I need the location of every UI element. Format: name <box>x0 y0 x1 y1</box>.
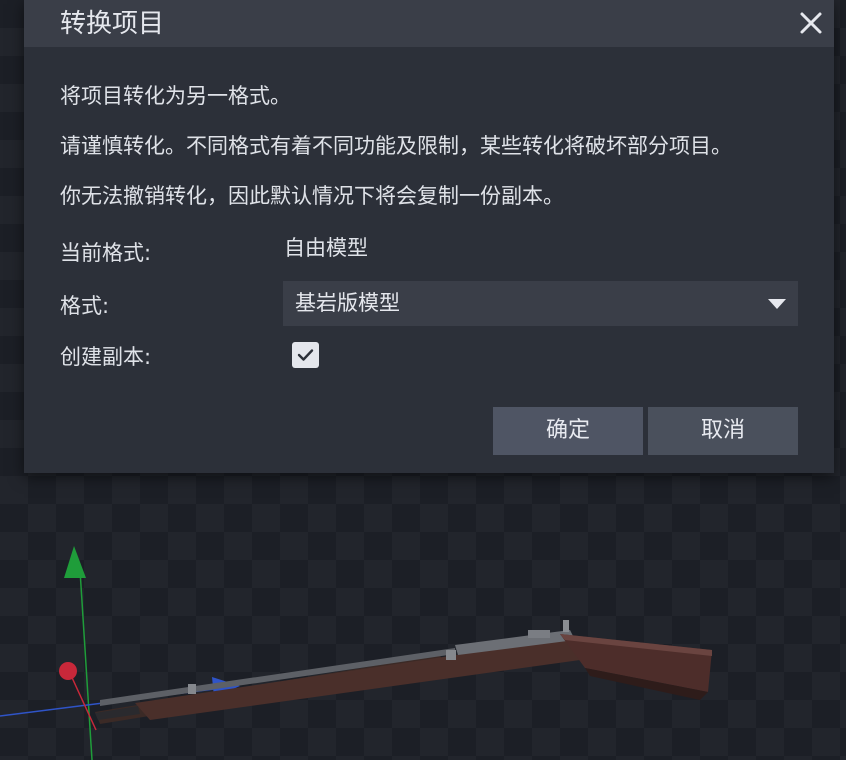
current-format-label: 当前格式: <box>60 241 152 265</box>
chevron-down-icon <box>768 299 786 309</box>
check-icon <box>297 349 314 361</box>
axis-y-arrow <box>64 546 86 578</box>
rifle-model <box>95 620 712 724</box>
format-label: 格式: <box>60 294 110 318</box>
create-copy-label: 创建副本: <box>60 345 152 369</box>
dialog-header: 转换项目 <box>24 0 834 47</box>
axis-x-line <box>68 670 97 731</box>
close-icon <box>800 12 822 34</box>
dialog-title: 转换项目 <box>60 9 165 39</box>
dialog-message-3: 你无法撤销转化，因此默认情况下将会复制一份副本。 <box>60 184 564 208</box>
format-select-value: 基岩版模型 <box>295 291 400 315</box>
convert-project-dialog: 转换项目 将项目转化为另一格式。 请谨慎转化。不同格式有着不同功能及限制，某些转… <box>24 0 834 473</box>
create-copy-checkbox[interactable] <box>292 342 319 368</box>
dialog-message-2: 请谨慎转化。不同格式有着不同功能及限制，某些转化将破坏部分项目。 <box>60 134 732 158</box>
dialog-message-1: 将项目转化为另一格式。 <box>60 84 291 108</box>
confirm-button[interactable]: 确定 <box>493 407 643 455</box>
axis-y-line <box>79 569 93 760</box>
axis-x-handle <box>59 662 77 680</box>
close-button[interactable] <box>796 8 826 38</box>
current-format-value: 自由模型 <box>284 236 368 260</box>
format-select[interactable]: 基岩版模型 <box>283 281 798 326</box>
cancel-button[interactable]: 取消 <box>648 407 798 455</box>
